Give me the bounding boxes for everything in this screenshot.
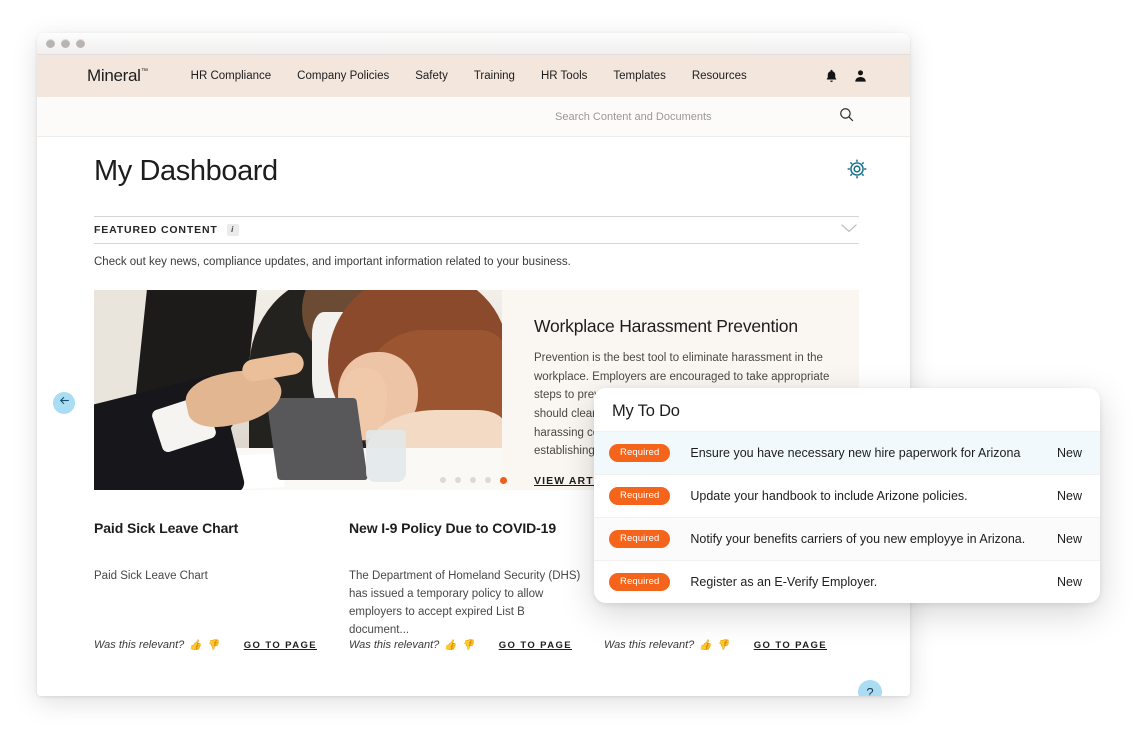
thumbs-up-icon[interactable]: 👍 bbox=[699, 640, 711, 651]
page-title: My Dashboard bbox=[94, 155, 278, 187]
window-traffic-lights bbox=[46, 39, 85, 48]
required-badge: Required bbox=[609, 487, 671, 505]
nav-item-company-policies[interactable]: Company Policies bbox=[297, 70, 389, 82]
maximize-window-button[interactable] bbox=[76, 39, 85, 48]
nav-links: HR Compliance Company Policies Safety Tr… bbox=[191, 70, 747, 82]
nav-icon-group bbox=[824, 68, 888, 84]
thumbs-up-icon[interactable]: 👍 bbox=[189, 640, 201, 651]
todo-list-item[interactable]: Required Notify your benefits carriers o… bbox=[594, 517, 1100, 560]
card-title: New I-9 Policy Due to COVID-19 bbox=[349, 520, 557, 536]
todo-item-text: Ensure you have necessary new hire paper… bbox=[690, 446, 1021, 460]
featured-article-title: Workplace Harassment Prevention bbox=[534, 316, 798, 336]
window-titlebar bbox=[37, 33, 910, 55]
help-button[interactable]: ? bbox=[858, 680, 882, 696]
dashboard-header: My Dashboard bbox=[57, 137, 888, 188]
search-row bbox=[37, 97, 910, 137]
thumbs-down-icon[interactable]: 👎 bbox=[462, 640, 474, 651]
todo-list-item[interactable]: Required Ensure you have necessary new h… bbox=[594, 431, 1100, 474]
todo-item-status: New bbox=[1056, 575, 1082, 589]
relevance-feedback: Was this relevant? 👍 👎 bbox=[349, 639, 474, 651]
required-badge: Required bbox=[609, 573, 671, 591]
todo-item-text: Update your handbook to include Arizone … bbox=[690, 489, 968, 503]
featured-content-text: FEATURED CONTENT bbox=[94, 224, 218, 236]
relevance-feedback: Was this relevant? 👍 👎 bbox=[604, 639, 729, 651]
window-titlebar-field bbox=[71, 37, 904, 51]
search-icon[interactable] bbox=[838, 106, 855, 128]
featured-article-image bbox=[94, 290, 502, 490]
trademark-symbol: ™ bbox=[140, 68, 148, 75]
thumbs-down-icon[interactable]: 👎 bbox=[207, 640, 219, 651]
card-footer: Was this relevant? 👍 👎 GO TO PAGE bbox=[604, 639, 841, 651]
card-body: Paid Sick Leave Chart bbox=[94, 570, 208, 582]
gear-icon[interactable] bbox=[846, 158, 868, 185]
nav-item-training[interactable]: Training bbox=[474, 70, 515, 82]
relevance-label: Was this relevant? bbox=[604, 639, 695, 651]
nav-item-hr-tools[interactable]: HR Tools bbox=[541, 70, 587, 82]
carousel-dot-active[interactable] bbox=[500, 477, 507, 484]
featured-content-bar[interactable]: FEATURED CONTENT i bbox=[94, 216, 859, 244]
arrow-left-icon bbox=[58, 394, 71, 412]
top-navigation-bar: Mineral ™ HR Compliance Company Policies … bbox=[37, 55, 910, 97]
todo-item-status: New bbox=[1056, 532, 1082, 546]
todo-item-text: Register as an E-Verify Employer. bbox=[690, 575, 878, 589]
minimize-window-button[interactable] bbox=[61, 39, 70, 48]
featured-subtitle: Check out key news, compliance updates, … bbox=[94, 256, 571, 268]
search-input[interactable] bbox=[555, 110, 805, 123]
todo-item-status: New bbox=[1056, 446, 1082, 460]
nav-item-templates[interactable]: Templates bbox=[613, 70, 665, 82]
todo-item-text: Notify your benefits carriers of you new… bbox=[690, 532, 1026, 546]
info-icon[interactable]: i bbox=[226, 224, 239, 236]
carousel-prev-button[interactable] bbox=[53, 392, 75, 414]
content-card[interactable]: Paid Sick Leave Chart Paid Sick Leave Ch… bbox=[94, 520, 349, 651]
close-window-button[interactable] bbox=[46, 39, 55, 48]
card-body: The Department of Homeland Security (DHS… bbox=[349, 570, 581, 637]
todo-list-item[interactable]: Required Register as an E-Verify Employe… bbox=[594, 560, 1100, 603]
featured-content-label: FEATURED CONTENT i bbox=[94, 224, 239, 236]
my-to-do-panel: My To Do Required Ensure you have necess… bbox=[594, 388, 1100, 603]
carousel-dot[interactable] bbox=[455, 477, 461, 483]
carousel-dot[interactable] bbox=[440, 477, 446, 483]
my-to-do-title: My To Do bbox=[612, 402, 680, 420]
go-to-page-link[interactable]: GO TO PAGE bbox=[244, 640, 317, 651]
carousel-dot[interactable] bbox=[485, 477, 491, 483]
bell-icon[interactable] bbox=[824, 68, 839, 84]
mineral-logo[interactable]: Mineral ™ bbox=[87, 66, 148, 86]
chevron-down-icon[interactable] bbox=[839, 221, 859, 240]
todo-list-item[interactable]: Required Update your handbook to include… bbox=[594, 474, 1100, 517]
nav-item-safety[interactable]: Safety bbox=[415, 70, 448, 82]
card-footer: Was this relevant? 👍 👎 GO TO PAGE bbox=[349, 639, 586, 651]
user-avatar-icon[interactable] bbox=[853, 68, 868, 84]
nav-item-resources[interactable]: Resources bbox=[692, 70, 747, 82]
card-footer: Was this relevant? 👍 👎 GO TO PAGE bbox=[94, 639, 331, 651]
go-to-page-link[interactable]: GO TO PAGE bbox=[499, 640, 572, 651]
thumbs-up-icon[interactable]: 👍 bbox=[444, 640, 456, 651]
relevance-feedback: Was this relevant? 👍 👎 bbox=[94, 639, 219, 651]
required-badge: Required bbox=[609, 530, 671, 548]
carousel-dot[interactable] bbox=[470, 477, 476, 483]
card-title: Paid Sick Leave Chart bbox=[94, 520, 239, 536]
content-card[interactable]: New I-9 Policy Due to COVID-19 The Depar… bbox=[349, 520, 604, 651]
logo-text: Mineral bbox=[87, 66, 141, 85]
relevance-label: Was this relevant? bbox=[349, 639, 440, 651]
relevance-label: Was this relevant? bbox=[94, 639, 185, 651]
go-to-page-link[interactable]: GO TO PAGE bbox=[754, 640, 827, 651]
nav-item-hr-compliance[interactable]: HR Compliance bbox=[191, 70, 272, 82]
todo-item-status: New bbox=[1056, 489, 1082, 503]
thumbs-down-icon[interactable]: 👎 bbox=[717, 640, 729, 651]
search-box[interactable] bbox=[555, 106, 855, 128]
required-badge: Required bbox=[609, 444, 671, 462]
